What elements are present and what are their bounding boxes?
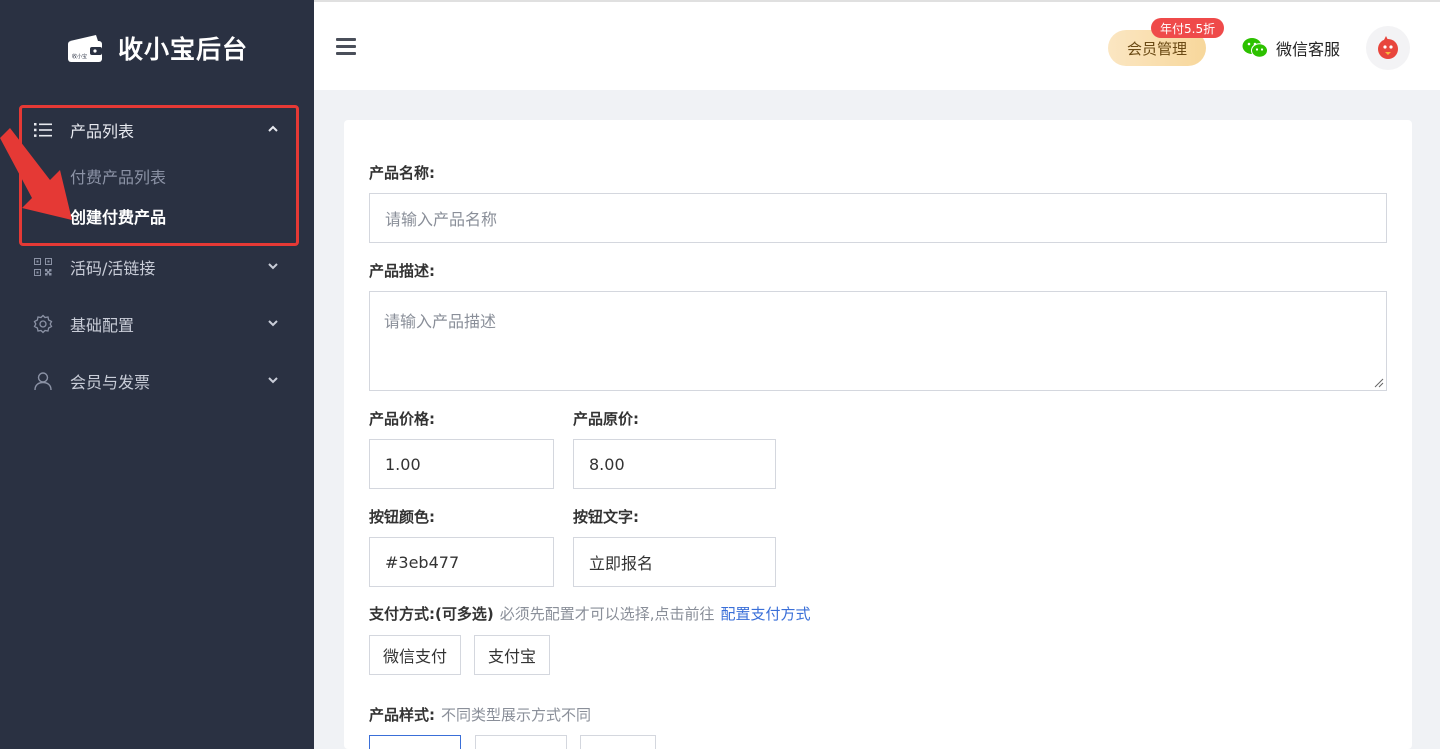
original-price-label: 产品原价: — [573, 410, 639, 428]
product-price-label: 产品价格: — [369, 410, 435, 428]
avatar-bird-icon — [1378, 36, 1398, 59]
chevron-down-icon — [268, 377, 278, 384]
menu-label: 活码/活链接 — [70, 259, 156, 278]
submenu-label: 创建付费产品 — [70, 208, 167, 227]
payment-method-title: 支付方式:(可多选) — [369, 605, 494, 623]
product-style-title: 产品样式: — [369, 706, 435, 724]
submenu-label: 付费产品列表 — [70, 168, 167, 187]
menu-item-membership-invoice[interactable]: 会员与发票 — [0, 355, 314, 407]
product-desc-textarea[interactable]: 请输入产品描述 — [369, 291, 1387, 391]
wallet-logo-icon: 收小宝 — [66, 33, 104, 63]
menu-item-product-list[interactable]: 产品列表 — [0, 104, 314, 156]
product-price-input[interactable]: 1.00 — [369, 439, 554, 489]
list-icon — [32, 119, 54, 141]
avatar[interactable] — [1366, 26, 1410, 70]
wechat-icon — [1242, 37, 1268, 59]
original-price-input[interactable]: 8.00 — [573, 439, 776, 489]
submenu-item-paid-products[interactable]: 付费产品列表 — [0, 156, 314, 196]
payment-method-hint: 必须先配置才可以选择,点击前往 — [499, 605, 715, 623]
product-style-hint: 不同类型展示方式不同 — [441, 706, 592, 724]
logo[interactable]: 收小宝 收小宝后台 — [66, 28, 248, 68]
payment-method-label: 支付方式:(可多选) 必须先配置才可以选择,点击前往 配置支付方式 — [369, 603, 811, 624]
button-text-label: 按钮文字: — [573, 508, 639, 526]
wechat-service-label: 微信客服 — [1276, 40, 1341, 59]
menu-label: 基础配置 — [70, 316, 135, 335]
product-desc-label: 产品描述: — [369, 262, 435, 280]
submenu-item-create-paid-product[interactable]: 创建付费产品 — [0, 196, 314, 236]
style-option-2[interactable] — [475, 735, 567, 749]
hamburger-menu-icon[interactable] — [336, 38, 356, 56]
wechat-service-button[interactable]: 微信客服 — [1242, 36, 1340, 60]
user-icon — [32, 370, 54, 392]
resize-grip-icon[interactable] — [1374, 378, 1384, 388]
style-option-1[interactable] — [369, 735, 461, 749]
menu-item-live-code[interactable]: 活码/活链接 — [0, 241, 314, 293]
top-header: 会员管理 年付5.5折 微信客服 — [314, 0, 1440, 90]
sidebar: 收小宝 收小宝后台 产品列表 付费产品列表 创建付费产品 活码/活链接 基础配置… — [0, 0, 314, 749]
button-color-label: 按钮颜色: — [369, 508, 435, 526]
style-option-3[interactable] — [580, 735, 656, 749]
product-name-input[interactable]: 请输入产品名称 — [369, 193, 1387, 243]
qrcode-icon — [32, 256, 54, 278]
button-text-input[interactable]: 立即报名 — [573, 537, 776, 587]
logo-title: 收小宝后台 — [118, 35, 249, 64]
menu-label: 会员与发票 — [70, 373, 151, 392]
product-name-label: 产品名称: — [369, 164, 435, 182]
product-form-card: 产品名称: 请输入产品名称 产品描述: 请输入产品描述 产品价格: 1.00 产… — [344, 120, 1412, 749]
chevron-down-icon — [268, 263, 278, 270]
product-desc-placeholder: 请输入产品描述 — [384, 312, 497, 331]
svg-text:收小宝: 收小宝 — [72, 53, 87, 60]
chevron-up-icon — [268, 125, 278, 132]
button-color-input[interactable]: #3eb477 — [369, 537, 554, 587]
wechat-pay-option[interactable]: 微信支付 — [369, 635, 461, 675]
chevron-down-icon — [268, 320, 278, 327]
menu-basic-config: 基础配置 — [0, 298, 314, 350]
product-style-label: 产品样式: 不同类型展示方式不同 — [369, 704, 591, 725]
gear-icon — [32, 313, 54, 335]
configure-payment-link[interactable]: 配置支付方式 — [721, 605, 811, 623]
discount-badge: 年付5.5折 — [1151, 18, 1225, 38]
menu-membership-invoice: 会员与发票 — [0, 355, 314, 407]
menu-item-basic-config[interactable]: 基础配置 — [0, 298, 314, 350]
menu-live-code: 活码/活链接 — [0, 241, 314, 293]
alipay-option[interactable]: 支付宝 — [474, 635, 550, 675]
menu-label: 产品列表 — [70, 122, 135, 141]
menu-product-list: 产品列表 付费产品列表 创建付费产品 — [0, 104, 314, 236]
